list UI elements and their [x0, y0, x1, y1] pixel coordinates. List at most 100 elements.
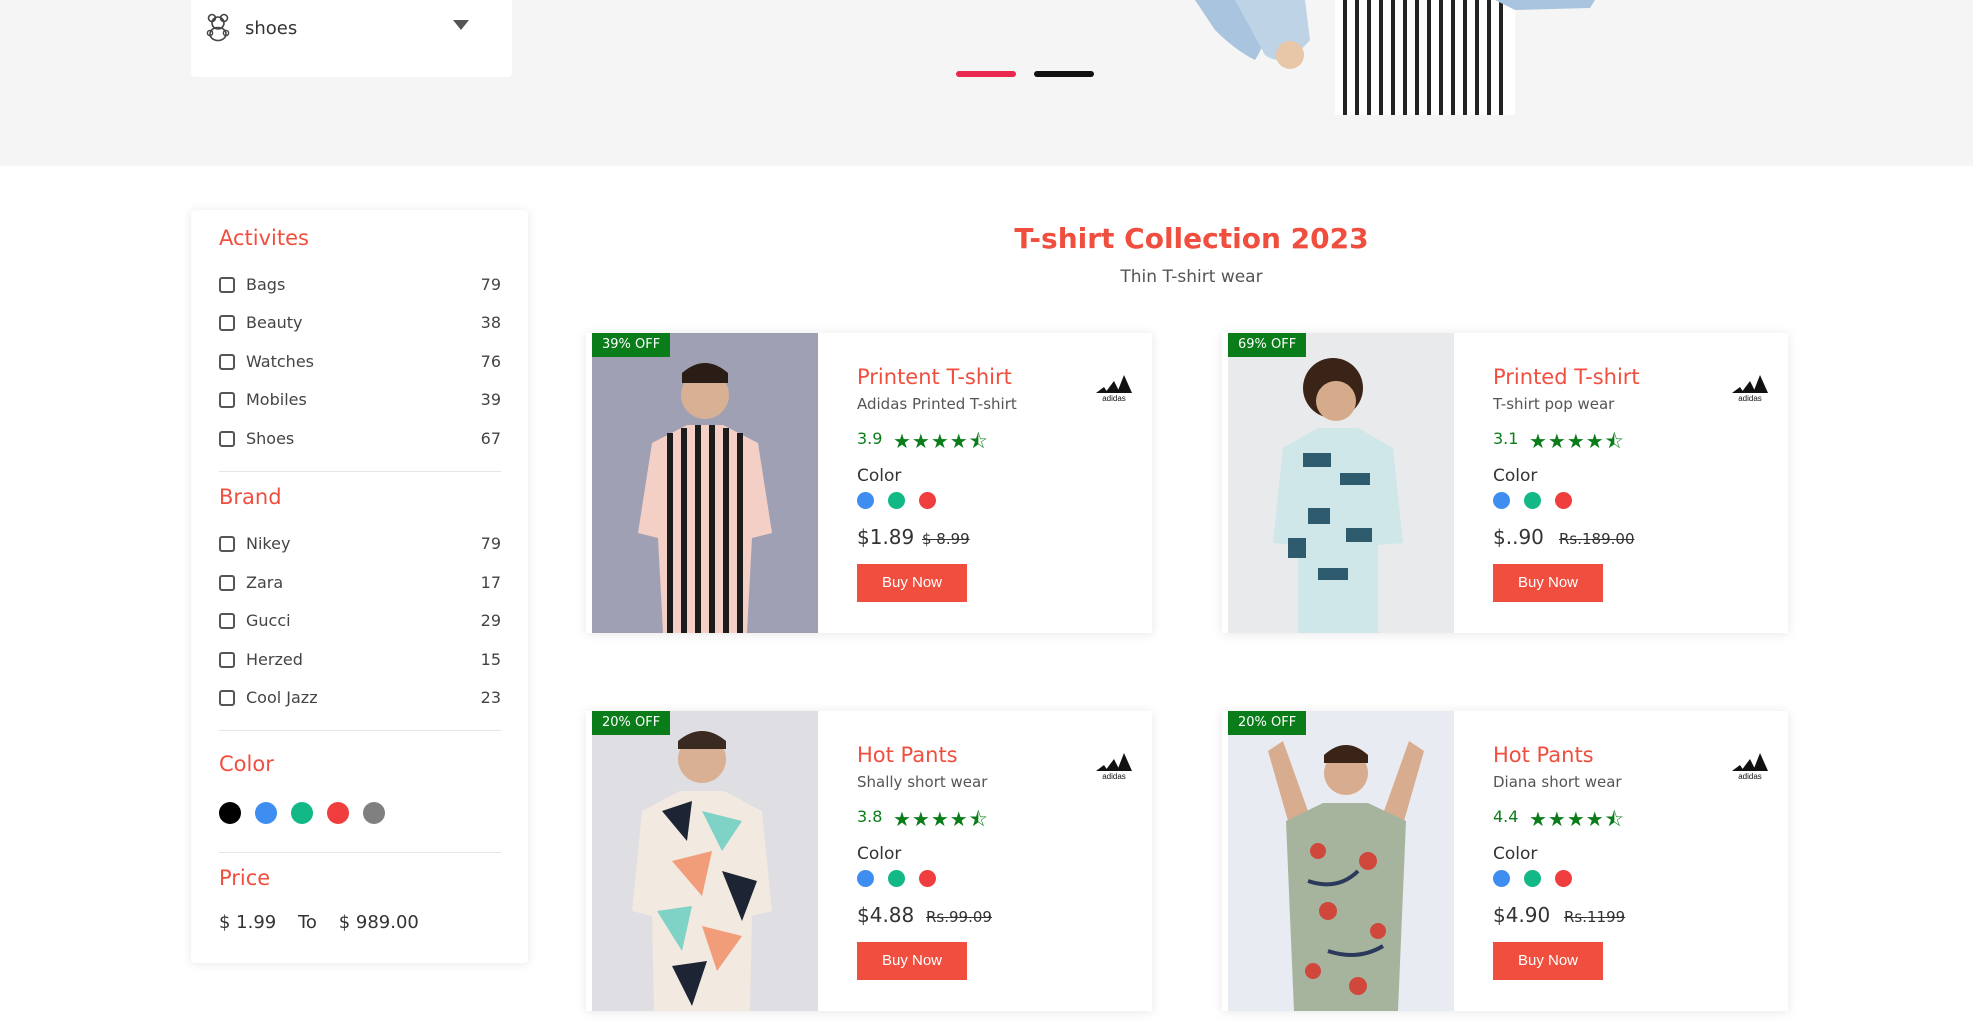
hero-banner: shoes: [0, 0, 1973, 166]
checkbox[interactable]: [219, 392, 235, 408]
rating-value: 3.9: [857, 429, 883, 448]
filter-count: 15: [480, 650, 501, 669]
product-name[interactable]: Printed T-shirt: [1493, 365, 1640, 389]
color-swatch-gray[interactable]: [363, 802, 385, 824]
filter-item-zara[interactable]: Zara 17: [219, 571, 501, 597]
filter-count: 67: [480, 429, 501, 448]
teddy-bear-icon: [206, 13, 230, 42]
svg-text:adidas: adidas: [1102, 772, 1126, 781]
collection-title: T-shirt Collection 2023: [1014, 222, 1369, 255]
color-swatch-red[interactable]: [327, 802, 349, 824]
product-name[interactable]: Printent T-shirt: [857, 365, 1012, 389]
product-description: Diana short wear: [1493, 773, 1622, 791]
filter-label: Gucci: [246, 611, 291, 630]
rating-value: 4.4: [1493, 807, 1519, 826]
discount-badge: 20% OFF: [592, 711, 671, 735]
price-to: To: [298, 912, 317, 933]
checkbox[interactable]: [219, 354, 235, 370]
checkbox[interactable]: [219, 613, 235, 629]
color-option-red[interactable]: [1555, 492, 1572, 509]
product-image: [1228, 711, 1454, 1011]
filter-label: Beauty: [246, 313, 303, 332]
hero-model-image: [1195, 0, 1595, 115]
color-option-green[interactable]: [1524, 492, 1541, 509]
product-price: $1.89: [857, 525, 915, 549]
product-image: [592, 711, 818, 1011]
checkbox[interactable]: [219, 575, 235, 591]
product-card: 20% OFF Hot Pants Diana short wear adida…: [1222, 711, 1788, 1011]
filter-item-mobiles[interactable]: Mobiles 39: [219, 388, 501, 414]
rating-value: 3.1: [1493, 429, 1519, 448]
rating-value: 3.8: [857, 807, 883, 826]
color-option-red[interactable]: [919, 492, 936, 509]
buy-now-button[interactable]: Buy Now: [857, 564, 967, 602]
price-range: $ 1.99 To $ 989.00: [219, 912, 435, 933]
filter-item-nikey[interactable]: Nikey 79: [219, 532, 501, 558]
product-description: Shally short wear: [857, 773, 988, 791]
color-label: Color: [1493, 466, 1538, 486]
product-name[interactable]: Hot Pants: [857, 743, 958, 767]
filter-item-beauty[interactable]: Beauty 38: [219, 311, 501, 337]
filter-title-color: Color: [219, 752, 274, 776]
color-label: Color: [1493, 844, 1538, 864]
star-rating-icon: ★★★★⯪: [893, 429, 989, 453]
filter-item-herzed[interactable]: Herzed 15: [219, 648, 501, 674]
product-old-price: Rs.189.00: [1559, 530, 1635, 548]
category-selected-label: shoes: [245, 18, 298, 39]
buy-now-button[interactable]: Buy Now: [857, 942, 967, 980]
buy-now-button[interactable]: Buy Now: [1493, 942, 1603, 980]
buy-now-button[interactable]: Buy Now: [1493, 564, 1603, 602]
filter-item-bags[interactable]: Bags 79: [219, 273, 501, 299]
filter-label: Nikey: [246, 534, 291, 553]
divider: [219, 852, 501, 853]
divider: [219, 471, 501, 472]
checkbox[interactable]: [219, 315, 235, 331]
filter-item-gucci[interactable]: Gucci 29: [219, 609, 501, 635]
color-option-green[interactable]: [1524, 870, 1541, 887]
filter-label: Herzed: [246, 650, 303, 669]
product-card: 20% OFF Hot Pants Shally short wear adid…: [586, 711, 1152, 1011]
checkbox[interactable]: [219, 690, 235, 706]
product-price: $4.88: [857, 903, 915, 927]
color-option-blue[interactable]: [1493, 870, 1510, 887]
category-dropdown[interactable]: shoes: [191, 0, 512, 77]
color-option-green[interactable]: [888, 492, 905, 509]
adidas-logo-icon: adidas: [1732, 375, 1768, 403]
color-option-blue[interactable]: [857, 870, 874, 887]
filter-count: 79: [480, 534, 501, 553]
filter-title-brand: Brand: [219, 485, 282, 509]
product-description: T-shirt pop wear: [1493, 395, 1615, 413]
checkbox[interactable]: [219, 652, 235, 668]
price-max: $ 989.00: [338, 912, 419, 933]
filter-title-activities: Activites: [219, 226, 309, 250]
checkbox[interactable]: [219, 536, 235, 552]
filter-count: 79: [480, 275, 501, 294]
checkbox[interactable]: [219, 431, 235, 447]
product-old-price: $ 8.99: [922, 530, 970, 548]
filter-item-watches[interactable]: Watches 76: [219, 350, 501, 376]
color-swatch-black[interactable]: [219, 802, 241, 824]
color-option-blue[interactable]: [857, 492, 874, 509]
color-swatch-green[interactable]: [291, 802, 313, 824]
color-option-blue[interactable]: [1493, 492, 1510, 509]
product-name[interactable]: Hot Pants: [1493, 743, 1594, 767]
product-image: [1228, 333, 1454, 633]
filter-label: Zara: [246, 573, 284, 592]
carousel-dot-active[interactable]: [956, 71, 1016, 77]
collection-subtitle: Thin T-shirt wear: [1120, 267, 1263, 287]
carousel-dot[interactable]: [1034, 71, 1094, 77]
filter-item-shoes[interactable]: Shoes 67: [219, 427, 501, 453]
color-swatch-blue[interactable]: [255, 802, 277, 824]
chevron-down-icon[interactable]: [453, 20, 469, 30]
color-option-red[interactable]: [919, 870, 936, 887]
checkbox[interactable]: [219, 277, 235, 293]
filter-item-cool-jazz[interactable]: Cool Jazz 23: [219, 686, 501, 712]
svg-text:adidas: adidas: [1738, 394, 1762, 403]
star-rating-icon: ★★★★⯪: [1529, 429, 1625, 453]
color-option-green[interactable]: [888, 870, 905, 887]
filter-count: 76: [480, 352, 501, 371]
color-option-red[interactable]: [1555, 870, 1572, 887]
filter-count: 38: [480, 313, 501, 332]
product-old-price: Rs.1199: [1564, 908, 1626, 926]
product-price: $..90: [1493, 525, 1544, 549]
